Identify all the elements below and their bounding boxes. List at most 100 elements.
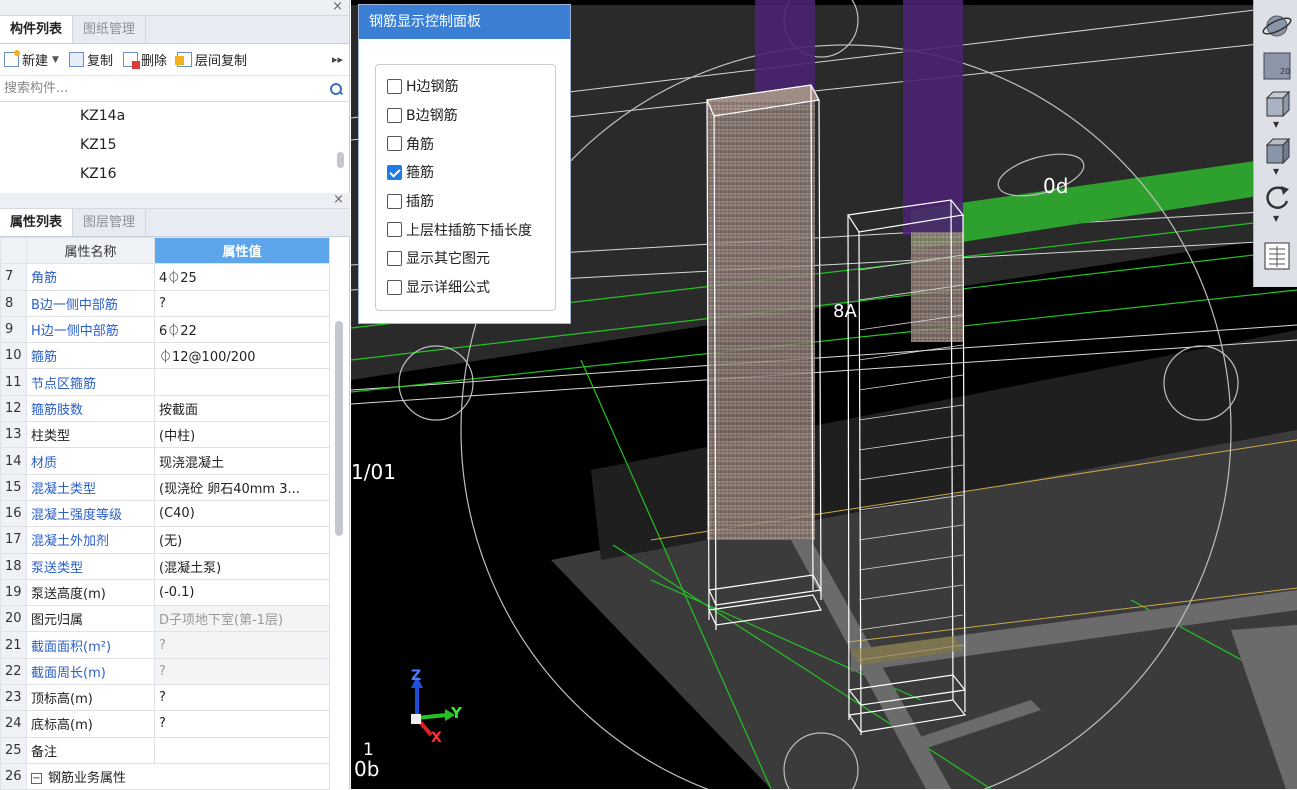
view-2d-icon[interactable]: 20 xyxy=(1260,50,1292,80)
list-item[interactable]: KZ16 xyxy=(0,160,349,188)
row-index: 26 xyxy=(0,762,27,790)
collapse-icon[interactable]: − xyxy=(31,773,42,785)
checkbox[interactable] xyxy=(387,193,402,209)
toolbar-overflow-icon[interactable]: ▸▸ xyxy=(332,53,343,66)
table-row[interactable]: 25 备注 xyxy=(0,736,330,764)
table-row[interactable]: 16 混凝土强度等级 (C40) xyxy=(0,499,330,528)
checkbox[interactable] xyxy=(387,164,402,180)
property-value[interactable]: 4⏀25 xyxy=(154,263,330,291)
property-value[interactable]: (无) xyxy=(154,526,330,554)
rebar-option-label: 箍筋 xyxy=(406,165,434,182)
chevron-down-icon[interactable]: ▼ xyxy=(52,55,59,65)
table-row[interactable]: 19 泵送高度(m) (-0.1) xyxy=(0,578,330,607)
property-value[interactable]: D子项地下室(第-1层) xyxy=(154,605,330,633)
property-value[interactable]: ? xyxy=(154,289,330,317)
tab-component-list[interactable]: 构件列表 xyxy=(0,16,74,43)
property-table: 属性名称 属性值 7 角筋 4⏀25 8 B边一侧中部筋? 9 H边一侧中部筋 6⏀22 10 箍… xyxy=(0,236,330,790)
table-row[interactable]: 18 泵送类型 (混凝土泵) xyxy=(0,552,330,580)
rebar-option[interactable]: 箍筋 xyxy=(376,158,555,187)
checkbox[interactable] xyxy=(387,222,402,238)
rebar-option[interactable]: 显示详细公式 xyxy=(376,273,555,302)
table-group-row[interactable]: 26− 钢筋业务属性 xyxy=(0,762,330,790)
axis-z-label: Z xyxy=(411,668,422,684)
table-row[interactable]: 17 混凝土外加剂 (无) xyxy=(0,526,330,554)
rotate-icon[interactable] xyxy=(1260,182,1292,212)
chevron-down-icon[interactable]: ▼ xyxy=(1273,214,1279,223)
property-scrollbar[interactable] xyxy=(335,321,343,536)
axis-y-label: Y xyxy=(451,704,462,722)
row-index: 20 xyxy=(0,605,27,633)
property-value[interactable]: (现浇砼 卵石40mm 3... xyxy=(154,473,330,501)
table-row[interactable]: 22 截面周长(m)? xyxy=(0,657,330,686)
table-row[interactable]: 11 节点区箍筋 xyxy=(0,368,330,396)
table-row[interactable]: 15 混凝土类型 (现浇砼 卵石40mm 3... xyxy=(0,473,330,501)
rebar-option[interactable]: 角筋 xyxy=(376,129,555,158)
table-row[interactable]: 20 图元归属 D子项地下室(第-1层) xyxy=(0,605,330,633)
property-value[interactable] xyxy=(154,368,330,396)
chevron-down-icon[interactable]: ▼ xyxy=(1273,120,1279,129)
rebar-option-label: 上层柱插筋下插长度 xyxy=(406,222,532,239)
rebar-option[interactable]: 插筋 xyxy=(376,187,555,216)
cube-wire-icon[interactable] xyxy=(1260,88,1292,118)
rebar-option[interactable]: 上层柱插筋下插长度 xyxy=(376,215,555,244)
floor-copy-button[interactable]: 层间复制 xyxy=(174,50,247,69)
table-row[interactable]: 9 H边一侧中部筋 6⏀22 xyxy=(0,315,330,344)
property-value[interactable]: ? xyxy=(154,684,330,712)
tab-drawing-management[interactable]: 图纸管理 xyxy=(73,16,147,43)
property-value[interactable]: (C40) xyxy=(154,499,330,528)
property-value[interactable]: ? xyxy=(154,657,330,686)
search-input[interactable] xyxy=(4,81,329,96)
checkbox[interactable] xyxy=(387,107,402,123)
property-value[interactable]: 6⏀22 xyxy=(154,315,330,344)
close-icon[interactable]: × xyxy=(333,192,344,207)
table-row[interactable]: 12 箍筋肢数 按截面 xyxy=(0,394,330,423)
property-value[interactable]: ? xyxy=(154,631,330,659)
property-value[interactable]: 按截面 xyxy=(154,394,330,423)
table-row[interactable]: 24 底标高(m)? xyxy=(0,710,330,738)
list-item[interactable]: KZ15 xyxy=(0,131,349,160)
rebar-option-label: 显示其它图元 xyxy=(406,251,490,268)
table-row[interactable]: 21 截面面积(m²)? xyxy=(0,631,330,659)
layer-icon[interactable] xyxy=(1260,240,1292,270)
table-row[interactable]: 14 材质 现浇混凝土 xyxy=(0,447,330,475)
rebar-panel-title: 钢筋显示控制面板 xyxy=(359,5,570,39)
property-value[interactable]: 现浇混凝土 xyxy=(154,447,330,475)
cube-solid-icon[interactable] xyxy=(1260,135,1292,165)
axis-label-0d: 0d xyxy=(1043,174,1069,198)
delete-button[interactable]: 删除 xyxy=(122,50,167,69)
property-value[interactable]: ⏀12@100/200 xyxy=(154,342,330,370)
checkbox[interactable] xyxy=(387,136,402,152)
globe-icon[interactable] xyxy=(1260,10,1292,40)
rebar-option[interactable]: B边钢筋 xyxy=(376,101,555,130)
component-list-scrollbar[interactable] xyxy=(337,152,344,168)
checkbox[interactable] xyxy=(387,279,402,295)
checkbox[interactable] xyxy=(387,250,402,266)
property-value[interactable]: ? xyxy=(154,710,330,738)
property-value[interactable] xyxy=(154,736,330,764)
table-row[interactable]: 10 箍筋 ⏀12@100/200 xyxy=(0,342,330,370)
list-item[interactable]: KZ14a xyxy=(0,102,349,131)
delete-icon xyxy=(122,52,140,69)
table-row[interactable]: 13 柱类型 (中柱) xyxy=(0,421,330,449)
property-value[interactable]: (混凝土泵) xyxy=(154,552,330,580)
row-index: 24 xyxy=(0,710,27,738)
rebar-option[interactable]: H边钢筋 xyxy=(376,72,555,101)
new-button[interactable]: 新建 ▼ xyxy=(4,50,59,69)
table-row[interactable]: 8 B边一侧中部筋? xyxy=(0,289,330,317)
table-row[interactable]: 23 顶标高(m)? xyxy=(0,684,330,712)
floor-copy-icon xyxy=(174,52,192,67)
property-value[interactable]: (-0.1) xyxy=(154,578,330,607)
rebar-option[interactable]: 显示其它图元 xyxy=(376,244,555,273)
tab-property-list[interactable]: 属性列表 xyxy=(0,209,74,236)
property-value[interactable]: (中柱) xyxy=(154,421,330,449)
property-name: B边一侧中部筋 xyxy=(26,289,155,317)
search-icon[interactable] xyxy=(329,82,343,96)
row-index: 12 xyxy=(0,394,27,423)
chevron-down-icon[interactable]: ▼ xyxy=(1273,167,1279,176)
column-header-index xyxy=(0,236,27,265)
close-icon[interactable]: × xyxy=(332,0,343,14)
tab-layer-management[interactable]: 图层管理 xyxy=(73,209,147,236)
copy-button[interactable]: 复制 xyxy=(68,50,113,69)
checkbox[interactable] xyxy=(387,78,402,94)
table-row[interactable]: 7 角筋 4⏀25 xyxy=(0,263,330,291)
